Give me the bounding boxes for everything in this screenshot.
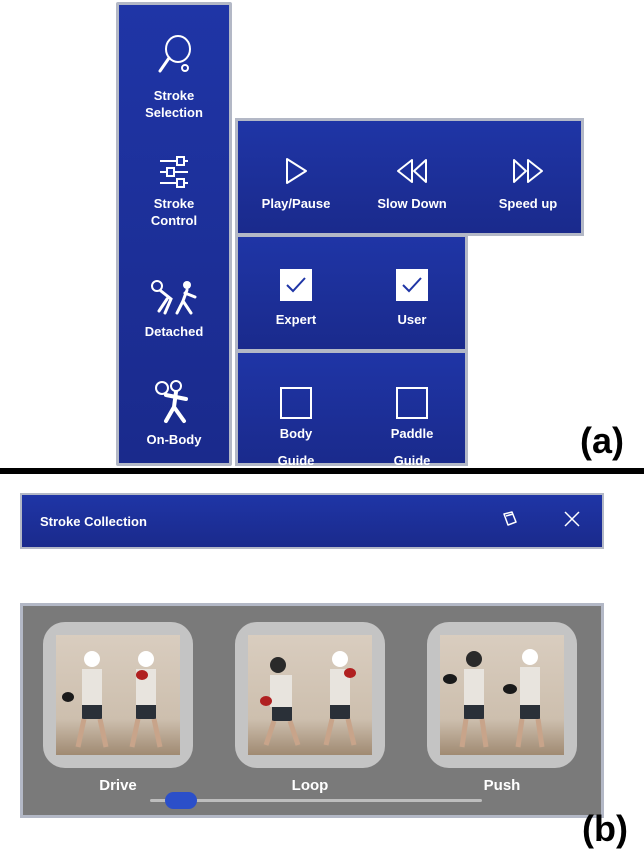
- user-label: User: [397, 312, 427, 327]
- sliders-icon: [160, 156, 188, 188]
- play-pause-label: Play/Pause: [261, 196, 331, 211]
- stroke-gallery: Drive Loop Push: [20, 603, 604, 818]
- body-guide-toggle[interactable]: Body Guide: [238, 387, 354, 469]
- figure-label-a: (a): [580, 420, 624, 461]
- figure-label-b: (b): [582, 808, 628, 849]
- body-guide-line2: Guide: [277, 453, 315, 468]
- play-pause-button[interactable]: Play/Pause: [238, 157, 354, 212]
- loop-thumbnail: [248, 635, 372, 755]
- nav-stroke-control[interactable]: Stroke Control: [119, 155, 229, 229]
- playback-controls-panel: Play/Pause Slow Down Speed up: [235, 118, 584, 236]
- pin-icon: [503, 511, 517, 526]
- nav-stroke-selection[interactable]: Stroke Selection: [119, 33, 229, 121]
- scroll-thumb[interactable]: [165, 792, 197, 809]
- section-divider: [0, 468, 644, 474]
- nav-detached-label: Detached: [144, 324, 204, 339]
- nav-stroke-control-line2: Control: [150, 213, 198, 228]
- nav-stroke-selection-line1: Stroke: [153, 88, 195, 103]
- loop-label: Loop: [291, 777, 329, 794]
- side-menu: Stroke Selection Stroke Control Detached: [116, 2, 232, 466]
- push-label: Push: [483, 777, 521, 794]
- fast-forward-icon: [513, 159, 543, 183]
- nav-stroke-selection-line2: Selection: [145, 105, 203, 120]
- stroke-card-drive[interactable]: Drive: [43, 622, 193, 794]
- nav-detached[interactable]: Detached: [119, 279, 229, 340]
- push-thumbnail: [440, 635, 564, 755]
- paddle-guide-line2: Guide: [393, 453, 431, 468]
- nav-on-body[interactable]: On-Body: [119, 379, 229, 448]
- scroll-track[interactable]: [150, 799, 482, 802]
- expert-toggle[interactable]: Expert: [238, 269, 354, 328]
- on-body-player-icon: [155, 380, 188, 423]
- rewind-icon: [397, 159, 427, 183]
- body-guide-line1: Body: [279, 426, 313, 441]
- user-checkbox[interactable]: [396, 269, 428, 301]
- body-guide-checkbox[interactable]: [280, 387, 312, 419]
- view-toggles-panel: Expert User: [235, 234, 468, 352]
- checkmark-icon: [402, 277, 422, 293]
- stroke-card-loop[interactable]: Loop: [235, 622, 385, 794]
- expert-label: Expert: [275, 312, 317, 327]
- paddle-guide-toggle[interactable]: Paddle Guide: [354, 387, 470, 469]
- user-toggle[interactable]: User: [354, 269, 470, 328]
- checkmark-icon: [286, 277, 306, 293]
- speed-up-button[interactable]: Speed up: [470, 157, 586, 212]
- play-icon: [286, 158, 307, 184]
- paddle-guide-line1: Paddle: [390, 426, 434, 441]
- expert-checkbox[interactable]: [280, 269, 312, 301]
- pin-button[interactable]: [500, 509, 520, 534]
- close-icon: [564, 511, 580, 527]
- nav-on-body-label: On-Body: [146, 432, 202, 447]
- speed-up-label: Speed up: [498, 196, 558, 211]
- nav-stroke-control-line1: Stroke: [153, 196, 195, 211]
- drive-thumbnail: [56, 635, 180, 755]
- paddle-icon: [158, 35, 191, 73]
- close-button[interactable]: [562, 509, 582, 534]
- stroke-collection-title: Stroke Collection: [40, 514, 147, 529]
- paddle-guide-checkbox[interactable]: [396, 387, 428, 419]
- detached-players-icon: [151, 280, 197, 315]
- guide-toggles-panel: Body Guide Paddle Guide: [235, 350, 470, 469]
- stroke-card-push[interactable]: Push: [427, 622, 577, 794]
- slow-down-label: Slow Down: [377, 196, 447, 211]
- stroke-collection-header: Stroke Collection: [20, 493, 604, 549]
- slow-down-button[interactable]: Slow Down: [354, 157, 470, 212]
